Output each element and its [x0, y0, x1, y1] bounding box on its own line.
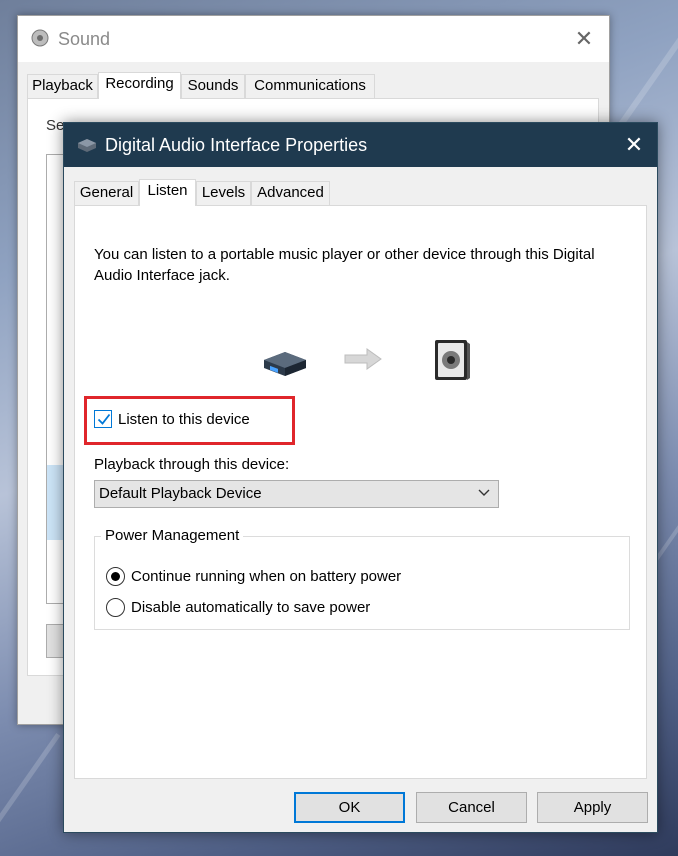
sound-panel-text: Se — [46, 117, 65, 134]
intro-text: You can listen to a portable music playe… — [94, 246, 595, 284]
audio-interface-icon — [264, 352, 306, 376]
audio-device-icon — [78, 139, 96, 152]
radio-button[interactable] — [106, 567, 125, 586]
tab-listen[interactable]: Listen — [139, 179, 196, 206]
listen-panel: You can listen to a portable music playe… — [74, 205, 647, 779]
playback-device-value: Default Playback Device — [99, 485, 262, 502]
radio-disable-automatically[interactable]: Disable automatically to save power — [106, 598, 370, 617]
wallpaper-stroke — [0, 733, 61, 856]
listen-diagram — [75, 336, 646, 386]
apply-button[interactable]: Apply — [537, 792, 648, 823]
arrow-right-icon — [344, 348, 382, 370]
sound-titlebar[interactable]: Sound ✕ — [18, 16, 609, 62]
power-management-group: Power Management Continue running when o… — [94, 527, 630, 630]
playback-device-label: Playback through this device: — [94, 456, 290, 473]
speaker-icon — [435, 340, 470, 380]
tab-sounds[interactable]: Sounds — [181, 74, 245, 98]
listen-checkbox-row[interactable]: Listen to this device — [94, 408, 250, 430]
radio-continue-running[interactable]: Continue running when on battery power — [106, 567, 401, 586]
dialog-titlebar[interactable]: Digital Audio Interface Properties ✕ — [64, 123, 657, 167]
speaker-icon — [31, 29, 49, 47]
tab-general[interactable]: General — [74, 181, 139, 205]
ok-button[interactable]: OK — [294, 792, 405, 823]
sound-window-title: Sound — [58, 29, 111, 49]
properties-dialog[interactable]: Digital Audio Interface Properties ✕ Gen… — [63, 122, 658, 833]
radio-button[interactable] — [106, 598, 125, 617]
tab-levels[interactable]: Levels — [196, 181, 251, 205]
tab-recording[interactable]: Recording — [98, 72, 181, 99]
chevron-down-icon — [478, 489, 490, 496]
playback-device-select[interactable]: Default Playback Device — [94, 480, 499, 508]
close-icon[interactable]: ✕ — [619, 131, 649, 159]
dialog-title: Digital Audio Interface Properties — [105, 135, 368, 155]
tab-advanced[interactable]: Advanced — [251, 181, 330, 205]
tab-communications[interactable]: Communications — [245, 74, 375, 98]
cancel-button[interactable]: Cancel — [416, 792, 527, 823]
checkmark-icon — [97, 413, 111, 425]
listen-checkbox[interactable] — [94, 410, 112, 428]
radio-label[interactable]: Disable automatically to save power — [131, 599, 370, 616]
listen-checkbox-label[interactable]: Listen to this device — [118, 411, 250, 428]
radio-selected-dot — [111, 572, 120, 581]
power-management-legend: Power Management — [101, 527, 244, 544]
radio-label[interactable]: Continue running when on battery power — [131, 568, 401, 585]
close-icon[interactable]: ✕ — [571, 26, 597, 52]
tab-playback[interactable]: Playback — [27, 74, 98, 98]
